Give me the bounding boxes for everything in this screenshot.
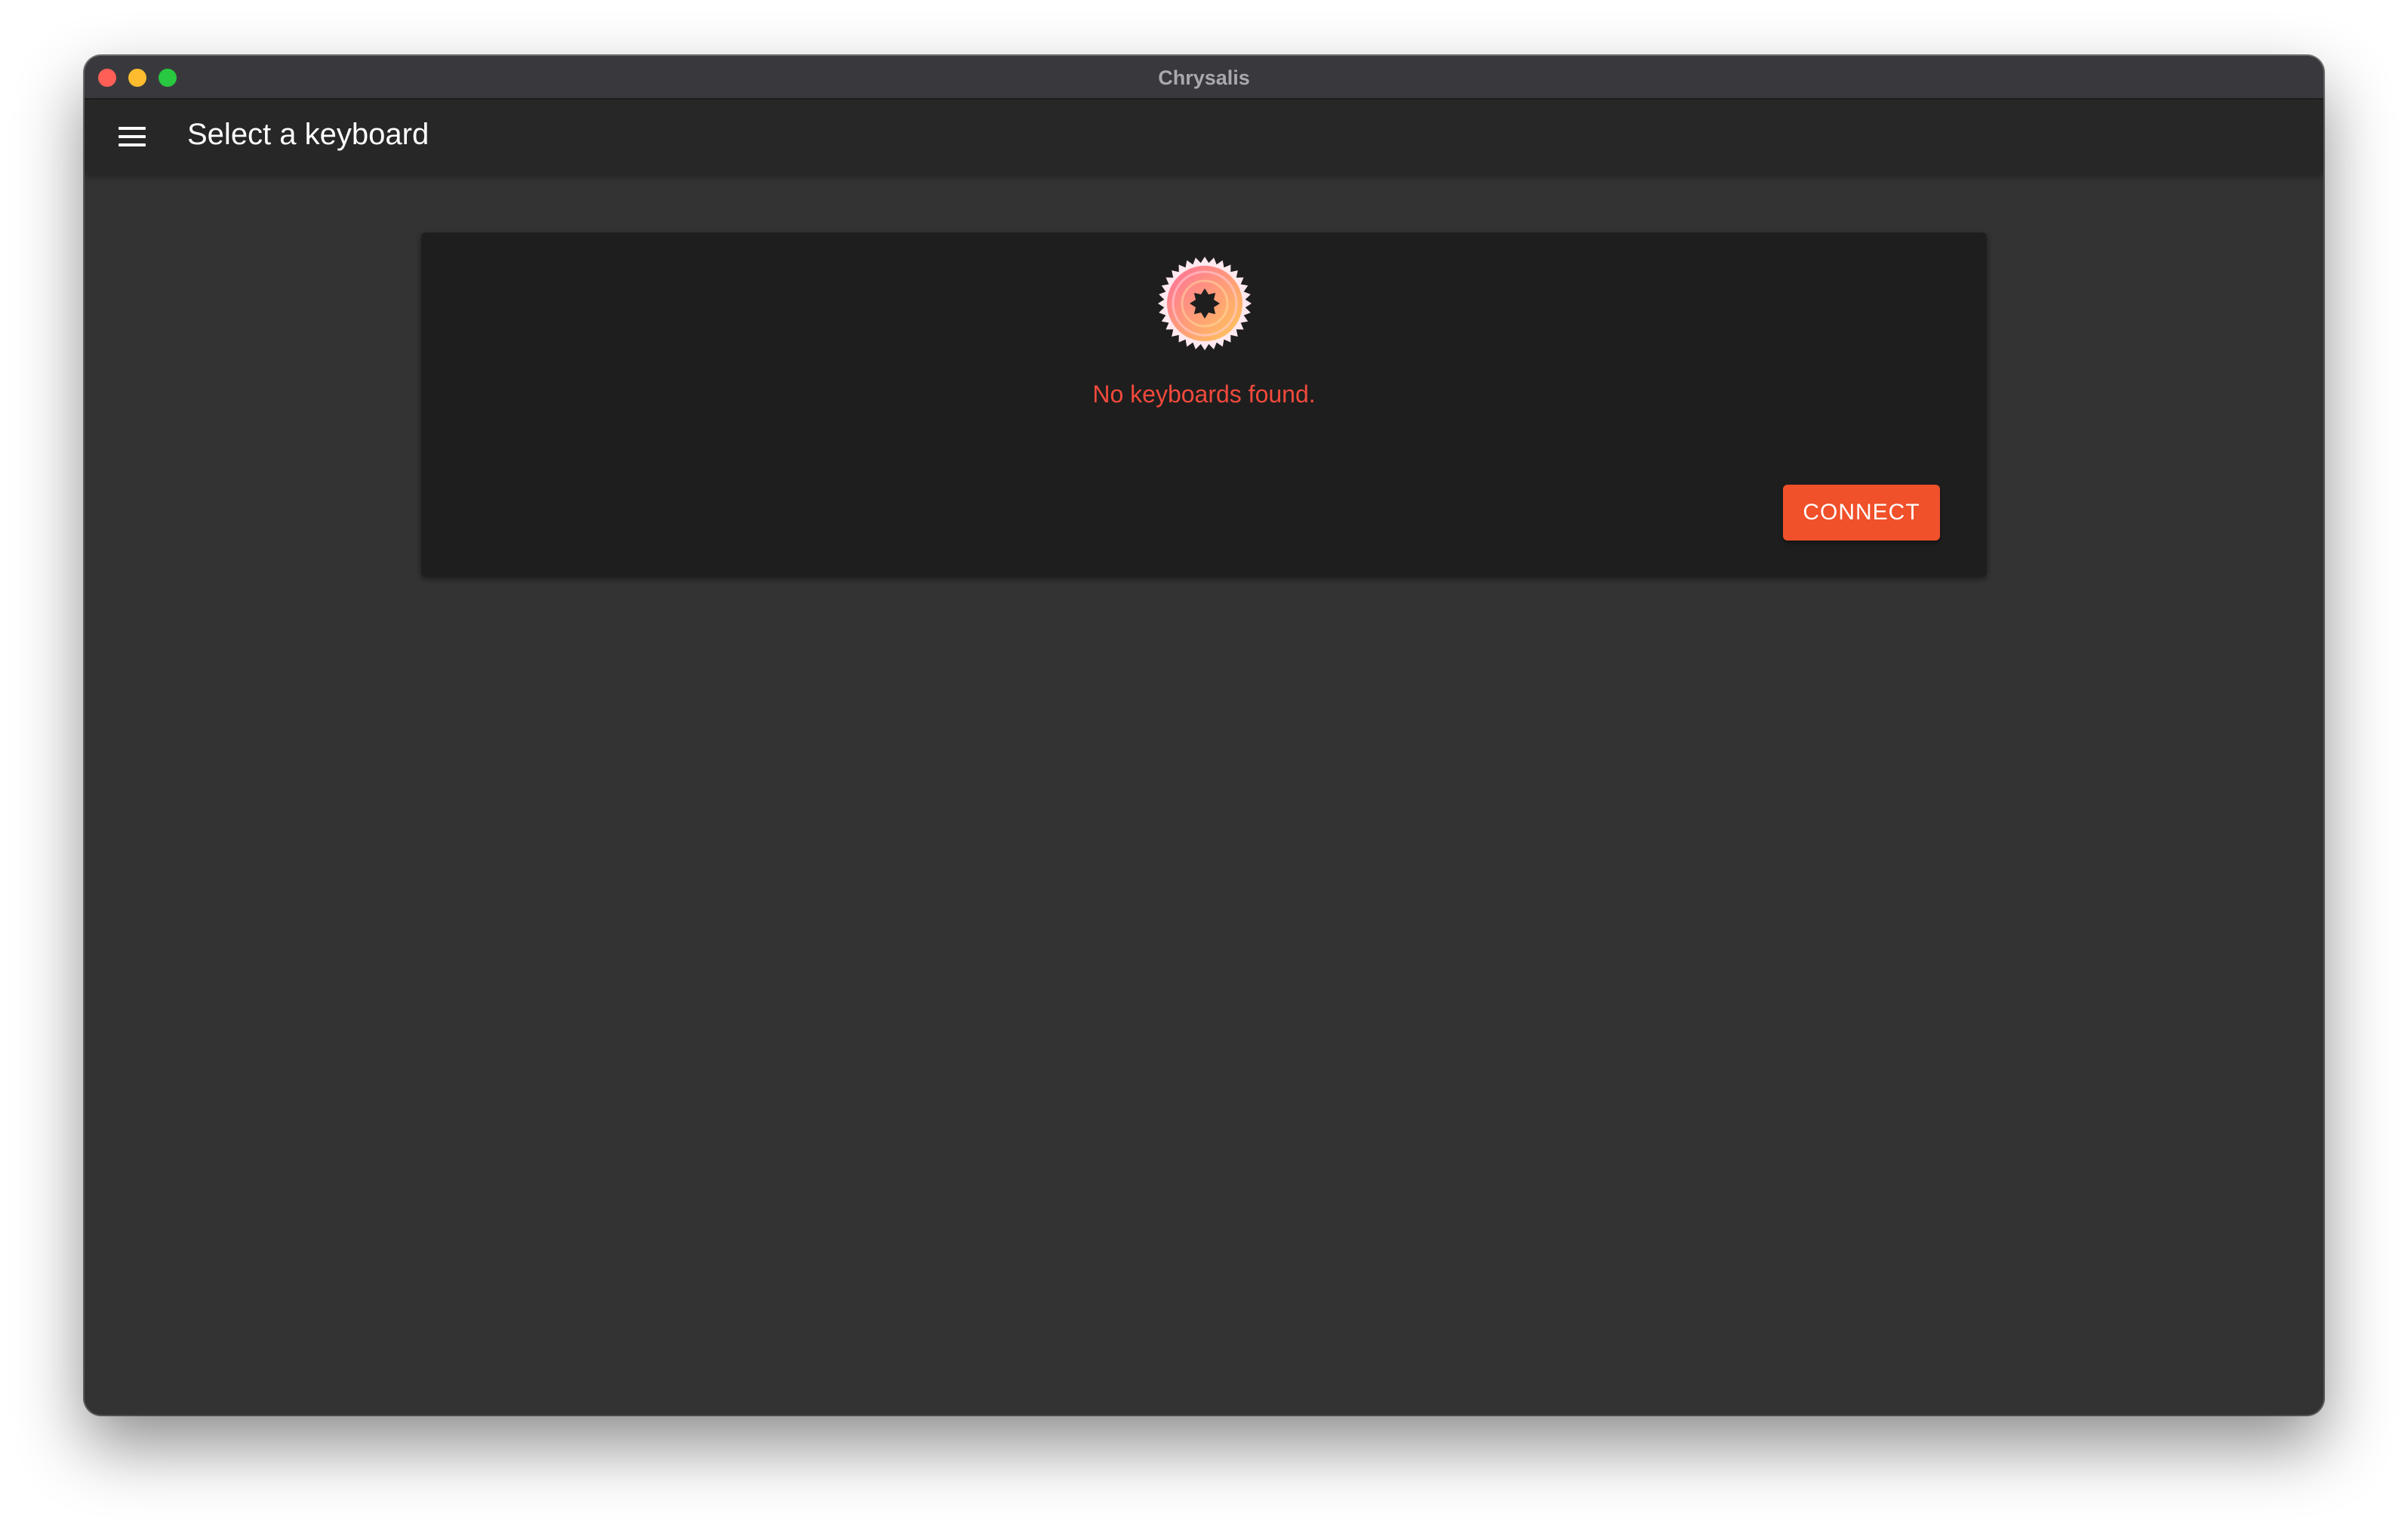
chrysalis-logo-icon — [1158, 257, 1252, 350]
app-window: Chrysalis Select a keyboard No keyboards… — [85, 56, 2323, 1415]
connect-button[interactable]: CONNECT — [1783, 485, 1940, 541]
window-title: Chrysalis — [1158, 66, 1250, 89]
keyboard-select-card: No keyboards found. CONNECT — [421, 233, 1987, 577]
page-title: Select a keyboard — [187, 118, 430, 151]
title-bar[interactable]: Chrysalis — [85, 56, 2323, 100]
no-keyboards-message: No keyboards found. — [1092, 380, 1316, 408]
app-bar: Select a keyboard — [85, 100, 2323, 174]
hamburger-menu-icon[interactable] — [115, 119, 149, 154]
